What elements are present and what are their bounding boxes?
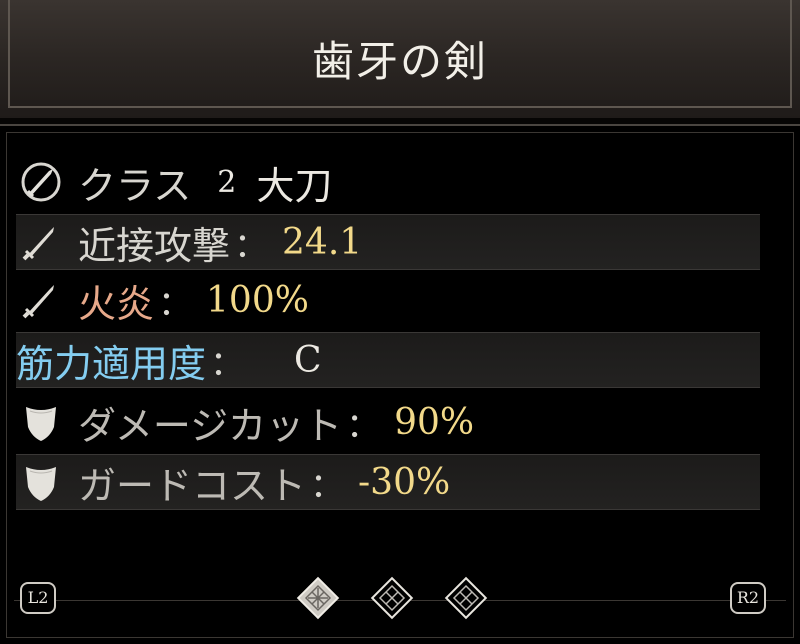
greatsword-class-icon <box>20 161 62 203</box>
stat-value: 90% <box>394 401 475 443</box>
page-indicator-1[interactable] <box>296 576 340 620</box>
stat-label: 近接攻撃 <box>78 223 231 268</box>
stat-colon: ： <box>346 405 381 446</box>
stat-value: C <box>294 339 322 381</box>
stat-label: ガードコスト <box>78 463 307 508</box>
stat-row-damage-cut: ダメージカット ： 90% <box>16 394 760 450</box>
class-number: 2 <box>217 164 237 200</box>
stat-row-guard-cost: ガードコスト ： -30% <box>16 454 760 510</box>
item-title: 歯牙の剣 <box>311 37 488 86</box>
stat-value: 24.1 <box>282 221 363 263</box>
stat-label: ダメージカット <box>78 403 343 448</box>
shield-icon <box>20 401 62 443</box>
page-indicator-3[interactable] <box>444 576 488 620</box>
stat-label: 筋力適用度 <box>16 341 207 386</box>
stat-colon: ： <box>210 343 245 384</box>
stat-value: 100% <box>206 279 309 321</box>
sword-icon <box>20 221 62 263</box>
shield-icon <box>20 461 62 503</box>
stat-colon: ： <box>158 283 193 324</box>
stat-row-strength-scaling: 筋力適用度 ： C <box>16 332 760 388</box>
page-indicator-2[interactable] <box>370 576 414 620</box>
page-navigation: L2 R2 <box>0 570 800 644</box>
r2-button[interactable]: R2 <box>730 582 766 614</box>
sword-icon <box>20 279 62 321</box>
title-banner: 歯牙の剣 <box>0 0 800 118</box>
class-name: 大刀 <box>256 163 333 208</box>
stat-colon: ： <box>310 465 345 506</box>
class-label: クラス <box>78 163 192 208</box>
stat-label: 火炎 <box>78 281 155 326</box>
l2-button[interactable]: L2 <box>20 582 56 614</box>
class-row: クラス 2 大刀 <box>16 154 760 210</box>
stat-value: -30% <box>358 461 451 503</box>
stat-colon: ： <box>234 225 269 266</box>
stat-row-fire: 火炎 ： 100% <box>16 272 760 328</box>
stat-row-melee: 近接攻撃 ： 24.1 <box>16 214 760 270</box>
